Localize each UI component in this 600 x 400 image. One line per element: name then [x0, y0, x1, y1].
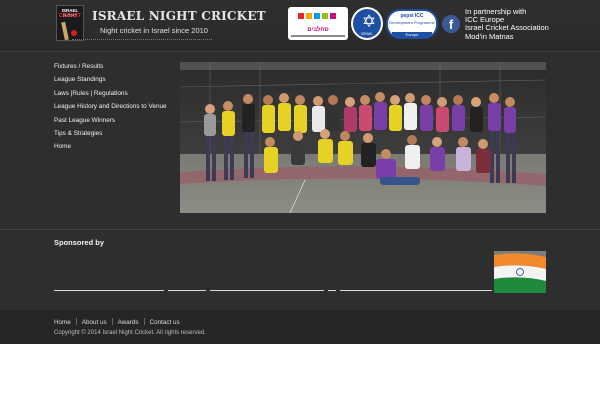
partner-logo-line3: Europe: [405, 32, 419, 37]
sponsor-flag-image[interactable]: [494, 251, 546, 293]
nav-item-home[interactable]: Home: [54, 140, 174, 153]
sponsor-logo-placeholder[interactable]: [54, 290, 164, 291]
sidebar-nav: Fixtures / Results League Standings Laws…: [54, 60, 174, 154]
sponsored-heading: Sponsored by: [54, 238, 105, 247]
site-wrapper: ISRAEL NIGHT CRICKET ISRAEL NIGHT CRICKE…: [0, 0, 600, 344]
cricket-ball-icon: [71, 30, 77, 36]
sponsor-logo-placeholder[interactable]: [168, 290, 206, 291]
footer-link-contact[interactable]: Contact us: [150, 319, 180, 326]
partner-logo-icc-development[interactable]: pepsi ICC Development Programme Europe: [386, 9, 438, 39]
footer-link-about[interactable]: About us: [82, 319, 107, 326]
sponsor-logos-row: [54, 290, 494, 292]
nav-item-laws-rules[interactable]: Laws |Rules | Regulations: [54, 87, 174, 100]
footer-nav: Home About us Awards Contact us: [54, 318, 180, 326]
footer-separator: [111, 318, 113, 325]
partner-logo-label: ISRAEL: [360, 32, 374, 36]
sponsor-logo-placeholder[interactable]: [328, 290, 336, 291]
copyright-text: Copyright © 2014 Israel Night Cricket. A…: [54, 330, 206, 336]
star-of-david-icon: ✡: [361, 12, 377, 31]
logo-square: [314, 13, 320, 19]
facebook-icon[interactable]: f: [442, 15, 460, 33]
logo-square: [322, 13, 328, 19]
nav-item-tips-strategies[interactable]: Tips & Strategies: [54, 127, 174, 140]
site-title[interactable]: ISRAEL NIGHT CRICKET: [92, 9, 266, 23]
footer-separator: [143, 318, 145, 325]
logo-text-bottom: CRICKET: [58, 13, 82, 19]
footer-link-home[interactable]: Home: [54, 319, 71, 326]
header: ISRAEL NIGHT CRICKET ISRAEL NIGHT CRICKE…: [0, 0, 600, 52]
sponsor-logo-placeholder[interactable]: [210, 290, 324, 291]
nav-item-league-history[interactable]: League History and Directions to Venue: [54, 100, 174, 113]
india-flag-graphic: [494, 251, 546, 293]
site-tagline: Night cricket in Israel since 2010: [100, 26, 208, 35]
partnership-text: In partnership with ICC Europe Israel Cr…: [465, 7, 549, 41]
nav-item-league-standings[interactable]: League Standings: [54, 73, 174, 86]
site-logo[interactable]: ISRAEL NIGHT CRICKET: [56, 5, 84, 41]
partner-logo-sachlavim[interactable]: סחלבים: [288, 7, 348, 40]
section-divider: [0, 229, 600, 230]
logo-square: [298, 13, 304, 19]
footer-link-awards[interactable]: Awards: [118, 319, 139, 326]
partner-logo-line1: pepsi ICC: [400, 13, 424, 19]
partner-logo-subline: [291, 35, 345, 37]
footer-separator: [75, 318, 77, 325]
nav-item-past-winners[interactable]: Past League Winners: [54, 114, 174, 127]
partnership-line: Mod'in Matnas: [465, 31, 514, 41]
team-photo: [180, 62, 546, 213]
partner-logo-text: סחלבים: [307, 27, 329, 33]
partner-logo-israel-cricket[interactable]: ✡ ISRAEL: [351, 7, 383, 40]
sponsor-logo-placeholder[interactable]: [340, 290, 492, 291]
logo-square: [330, 13, 336, 19]
footer: Home About us Awards Contact us Copyright ©…: [0, 310, 600, 344]
partner-logo-line2: Development Programme: [389, 20, 435, 25]
team-photo-image: [180, 62, 546, 213]
logo-square: [306, 13, 312, 19]
title-underline: [72, 39, 212, 40]
nav-item-fixtures-results[interactable]: Fixtures / Results: [54, 60, 174, 73]
cricket-bat-icon: [61, 21, 69, 41]
